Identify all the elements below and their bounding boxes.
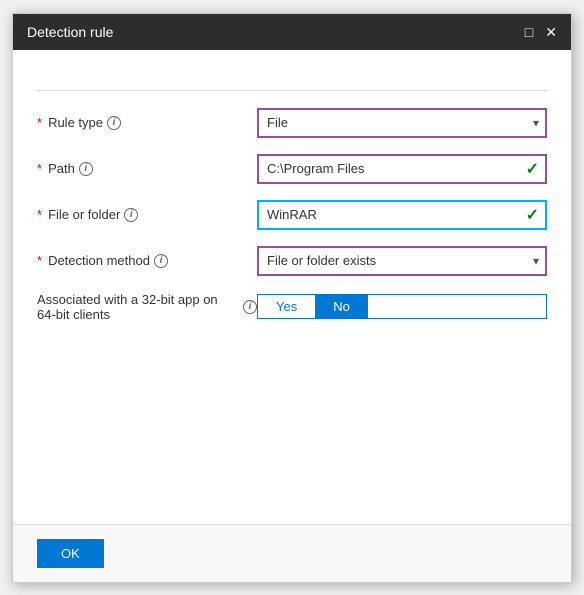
ok-button[interactable]: OK <box>37 539 104 568</box>
rule-type-select[interactable]: File Registry MSI Script <box>257 108 547 138</box>
path-label: * Path i <box>37 161 257 176</box>
close-button[interactable]: ✕ <box>545 25 557 39</box>
required-star-rule-type: * <box>37 115 42 130</box>
dialog-body: * Rule type i File Registry MSI Script ▾ <box>13 50 571 524</box>
path-info-icon: i <box>79 162 93 176</box>
rule-type-label: * Rule type i <box>37 115 257 130</box>
detection-method-row: * Detection method i File or folder exis… <box>37 245 547 277</box>
detection-method-label: * Detection method i <box>37 253 257 268</box>
file-folder-row: * File or folder i ✓ <box>37 199 547 231</box>
detection-method-select[interactable]: File or folder exists Date modified Date… <box>257 246 547 276</box>
associated-32bit-label-text: Associated with a 32-bit app on 64-bit c… <box>37 292 239 322</box>
rule-type-row: * Rule type i File Registry MSI Script ▾ <box>37 107 547 139</box>
rule-type-label-text: Rule type <box>48 115 103 130</box>
rule-type-control-wrap: File Registry MSI Script ▾ <box>257 108 547 138</box>
path-label-text: Path <box>48 161 75 176</box>
yes-no-toggle-group: Yes No <box>257 294 547 319</box>
no-button[interactable]: No <box>315 295 368 318</box>
file-folder-label: * File or folder i <box>37 207 257 222</box>
detection-method-control-wrap: File or folder exists Date modified Date… <box>257 246 547 276</box>
associated-32bit-control-wrap: Yes No <box>257 294 547 319</box>
file-folder-label-text: File or folder <box>48 207 120 222</box>
path-check-icon: ✓ <box>526 159 539 179</box>
file-folder-input[interactable] <box>257 200 547 230</box>
path-row: * Path i ✓ <box>37 153 547 185</box>
path-control-wrap: ✓ <box>257 154 547 184</box>
associated-32bit-info-icon: i <box>243 300 257 314</box>
form-section: * Rule type i File Registry MSI Script ▾ <box>37 90 547 323</box>
dialog-footer: OK <box>13 524 571 582</box>
yes-button[interactable]: Yes <box>258 295 315 318</box>
dialog-title: Detection rule <box>27 24 113 40</box>
required-star-detection-method: * <box>37 253 42 268</box>
path-input[interactable] <box>257 154 547 184</box>
required-star-file-folder: * <box>37 207 42 222</box>
required-star-path: * <box>37 161 42 176</box>
file-folder-control-wrap: ✓ <box>257 200 547 230</box>
associated-32bit-row: Associated with a 32-bit app on 64-bit c… <box>37 291 547 323</box>
file-folder-check-icon: ✓ <box>526 205 539 225</box>
minimize-button[interactable]: □ <box>525 25 533 39</box>
title-bar-controls: □ ✕ <box>525 25 557 39</box>
rule-type-info-icon: i <box>107 116 121 130</box>
detection-method-label-text: Detection method <box>48 253 150 268</box>
title-bar: Detection rule □ ✕ <box>13 14 571 50</box>
file-folder-info-icon: i <box>124 208 138 222</box>
associated-32bit-label: Associated with a 32-bit app on 64-bit c… <box>37 292 257 322</box>
detection-rule-dialog: Detection rule □ ✕ * Rule type i File Re… <box>12 13 572 583</box>
detection-method-info-icon: i <box>154 254 168 268</box>
